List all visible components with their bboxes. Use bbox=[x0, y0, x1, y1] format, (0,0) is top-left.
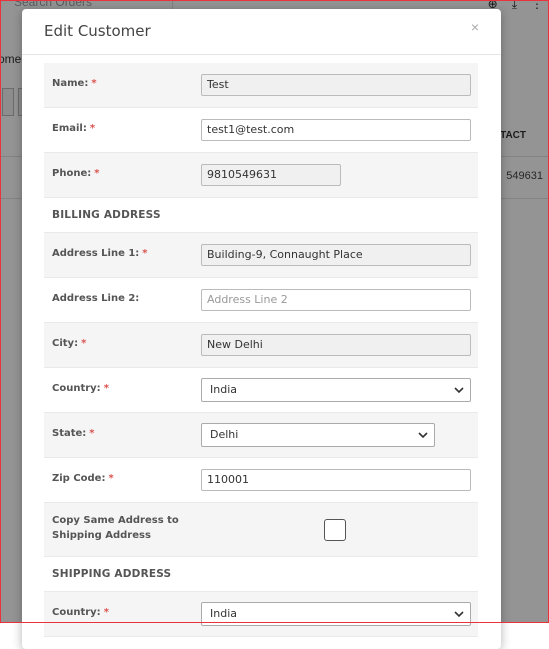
form-row-email: Email: * test1@test.com bbox=[44, 108, 478, 153]
city-label: City: bbox=[52, 338, 79, 349]
address-line1-label: Address Line 1: bbox=[52, 248, 140, 259]
state-label: State: bbox=[52, 428, 87, 439]
chevron-down-icon bbox=[418, 432, 428, 439]
form-row-shipping-country: Country: * India bbox=[44, 592, 478, 637]
customer-form: Name: * Test Email: * test1@test.com Phone… bbox=[44, 63, 478, 637]
shipping-country-select-value: India bbox=[210, 607, 237, 620]
copy-address-checkbox[interactable] bbox=[324, 519, 346, 541]
required-marker: * bbox=[81, 338, 87, 349]
country-select[interactable]: India bbox=[201, 378, 471, 402]
state-select[interactable]: Delhi bbox=[201, 423, 435, 447]
country-label: Country: bbox=[52, 383, 101, 394]
copy-address-label-line2: Shipping Address bbox=[52, 530, 151, 541]
modal-title: Edit Customer bbox=[44, 22, 151, 40]
required-marker: * bbox=[103, 383, 109, 394]
email-label: Email: bbox=[52, 123, 87, 134]
zip-code-input[interactable]: 110001 bbox=[201, 469, 471, 491]
form-row-city: City: * New Delhi bbox=[44, 323, 478, 368]
zip-code-label: Zip Code: bbox=[52, 473, 106, 484]
billing-address-heading: BILLING ADDRESS bbox=[52, 209, 161, 221]
form-row-phone: Phone: * 9810549631 bbox=[44, 153, 478, 198]
phone-input[interactable]: 9810549631 bbox=[201, 164, 341, 186]
form-row-zip: Zip Code: * 110001 bbox=[44, 458, 478, 503]
required-marker: * bbox=[91, 78, 97, 89]
state-select-value: Delhi bbox=[210, 428, 239, 441]
name-label: Name: bbox=[52, 78, 89, 89]
city-input[interactable]: New Delhi bbox=[201, 334, 471, 356]
close-icon[interactable]: × bbox=[471, 19, 479, 35]
form-row-country: Country: * India bbox=[44, 368, 478, 413]
shipping-country-select[interactable]: India bbox=[201, 602, 471, 626]
required-marker: * bbox=[142, 248, 148, 259]
form-row-address2: Address Line 2: Address Line 2 bbox=[44, 278, 478, 323]
copy-address-label-line1: Copy Same Address to bbox=[52, 515, 179, 526]
phone-label: Phone: bbox=[52, 168, 92, 179]
shipping-section: SHIPPING ADDRESS bbox=[44, 557, 478, 592]
shipping-country-label: Country: bbox=[52, 607, 101, 618]
name-input[interactable]: Test bbox=[201, 74, 471, 96]
billing-section: BILLING ADDRESS bbox=[44, 198, 478, 233]
required-marker: * bbox=[103, 607, 109, 618]
required-marker: * bbox=[108, 473, 114, 484]
shipping-address-heading: SHIPPING ADDRESS bbox=[52, 568, 172, 580]
required-marker: * bbox=[89, 123, 96, 134]
form-row-copy-address: Copy Same Address to Shipping Address bbox=[44, 503, 478, 557]
chevron-down-icon bbox=[454, 387, 464, 394]
form-row-address1: Address Line 1: * Building-9, Connaught P… bbox=[44, 233, 478, 278]
address-line2-label: Address Line 2: bbox=[52, 293, 140, 304]
chevron-down-icon bbox=[454, 611, 464, 618]
country-select-value: India bbox=[210, 383, 237, 396]
address-line2-input[interactable]: Address Line 2 bbox=[201, 289, 471, 311]
email-input[interactable]: test1@test.com bbox=[201, 119, 471, 141]
form-row-state: State: * Delhi bbox=[44, 413, 478, 458]
form-row-name: Name: * Test bbox=[44, 63, 478, 108]
required-marker: * bbox=[94, 168, 100, 179]
modal-header: Edit Customer × bbox=[22, 9, 501, 55]
edit-customer-modal: Edit Customer × Name: * Test Email: * test… bbox=[22, 9, 501, 649]
address-line1-input[interactable]: Building-9, Connaught Place bbox=[201, 244, 471, 266]
required-marker: * bbox=[89, 428, 95, 439]
